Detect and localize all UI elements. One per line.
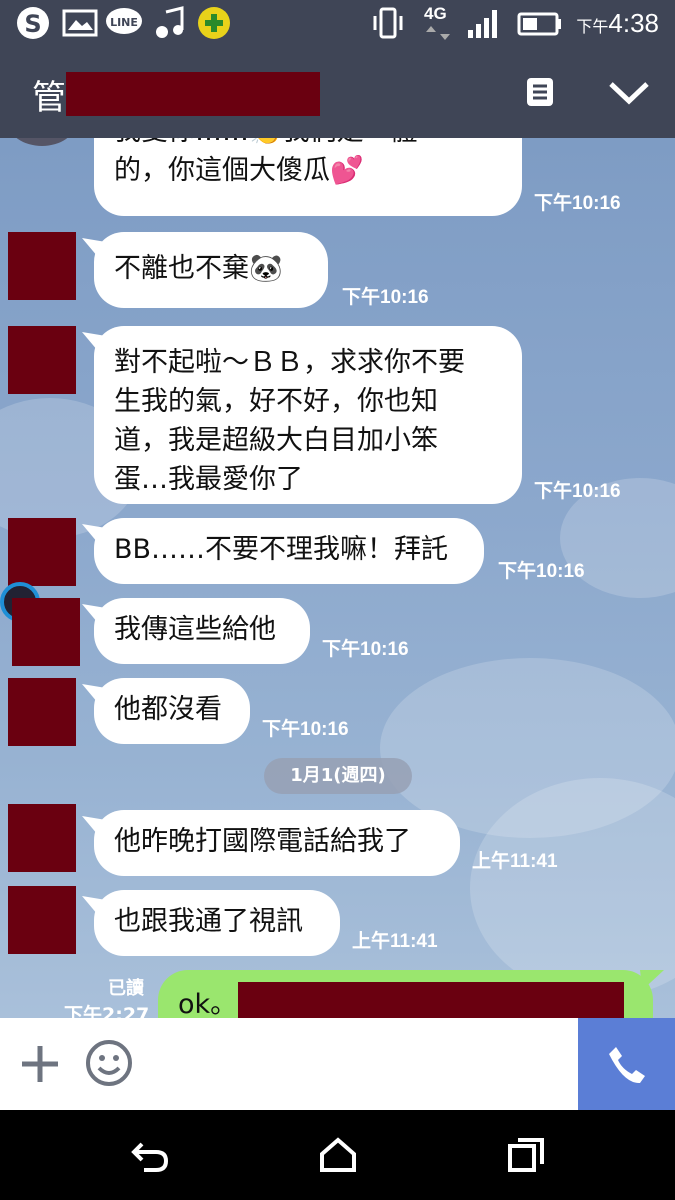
chat-header: 管 bbox=[0, 46, 675, 138]
message-bubble[interactable]: 對不起啦～ＢＢ，求求你不要 生我的氣，好不好，你也知 道，我是超級大白目加小笨 … bbox=[94, 326, 522, 504]
message-time: 下午10:16 bbox=[534, 481, 621, 502]
date-separator: 1月1(週四) bbox=[264, 758, 412, 794]
line-icon: LINE bbox=[106, 8, 142, 34]
avatar[interactable] bbox=[12, 598, 80, 666]
message-time: 上午11:41 bbox=[352, 931, 438, 952]
recent-apps-icon[interactable] bbox=[506, 1136, 546, 1174]
music-icon bbox=[156, 6, 184, 38]
outgoing-text: ok。 bbox=[178, 989, 238, 1018]
message-bubble[interactable]: 他都沒看 bbox=[94, 678, 250, 744]
message-bubble[interactable]: BB……不要不理我嘛！拜託 bbox=[94, 518, 484, 584]
avatar[interactable] bbox=[8, 804, 76, 872]
phone-icon bbox=[609, 1047, 645, 1084]
chat-title: 管 bbox=[32, 78, 66, 118]
data-arrows-icon bbox=[426, 26, 450, 40]
game-icon bbox=[198, 7, 230, 39]
svg-text:S: S bbox=[24, 10, 41, 38]
message-bubble[interactable]: 不離也不棄🐼 bbox=[94, 232, 328, 308]
message-time: 下午10:16 bbox=[262, 719, 349, 740]
message-bubble[interactable]: 我傳這些給他 bbox=[94, 598, 310, 664]
message-time: 下午10:16 bbox=[342, 287, 429, 308]
vibrate-icon bbox=[373, 7, 403, 39]
back-icon[interactable] bbox=[130, 1138, 170, 1174]
message-time: 下午2:27 bbox=[64, 1004, 150, 1018]
battery-icon bbox=[517, 12, 561, 36]
chevron-down-icon[interactable] bbox=[606, 76, 652, 108]
call-button[interactable] bbox=[578, 1018, 675, 1110]
image-icon bbox=[62, 9, 98, 37]
message-time: 下午10:16 bbox=[498, 561, 585, 582]
chat-area[interactable]: 我愛你……👏我們是一體 的，你這個大傻瓜💕 下午10:16 不離也不棄🐼 下午1… bbox=[0, 138, 675, 1018]
avatar[interactable] bbox=[8, 138, 76, 146]
outgoing-bubble[interactable]: ok。 bbox=[158, 970, 653, 1018]
plus-icon[interactable] bbox=[18, 1042, 62, 1086]
notes-icon[interactable] bbox=[524, 76, 556, 108]
redacted-text bbox=[238, 982, 624, 1018]
redacted-name bbox=[66, 72, 320, 116]
input-bar bbox=[0, 1018, 675, 1110]
message-time: 下午10:16 bbox=[322, 639, 409, 660]
avatar[interactable] bbox=[8, 678, 76, 746]
signal-icon bbox=[468, 10, 497, 38]
message-bubble[interactable]: 也跟我通了視訊 bbox=[94, 890, 340, 956]
message-time: 下午10:16 bbox=[534, 193, 621, 214]
avatar[interactable] bbox=[8, 232, 76, 300]
status-bar: S LINE 4G 下午4:38 bbox=[0, 0, 675, 46]
emoji-icon[interactable] bbox=[84, 1038, 134, 1088]
svg-text:LINE: LINE bbox=[110, 16, 138, 29]
message-bubble[interactable]: 他昨晚打國際電話給我了 bbox=[94, 810, 460, 876]
message-bubble[interactable]: 我愛你……👏我們是一體 的，你這個大傻瓜💕 bbox=[94, 138, 522, 216]
network-type: 4G bbox=[424, 4, 447, 23]
avatar[interactable] bbox=[8, 518, 76, 586]
home-icon[interactable] bbox=[318, 1136, 358, 1174]
skype-icon: S bbox=[17, 7, 49, 39]
avatar[interactable] bbox=[8, 326, 76, 394]
message-time: 上午11:41 bbox=[472, 851, 558, 872]
avatar[interactable] bbox=[8, 886, 76, 954]
read-receipt: 已讀 bbox=[108, 978, 144, 999]
system-nav-bar bbox=[0, 1110, 675, 1200]
clock: 下午4:38 bbox=[576, 8, 659, 38]
